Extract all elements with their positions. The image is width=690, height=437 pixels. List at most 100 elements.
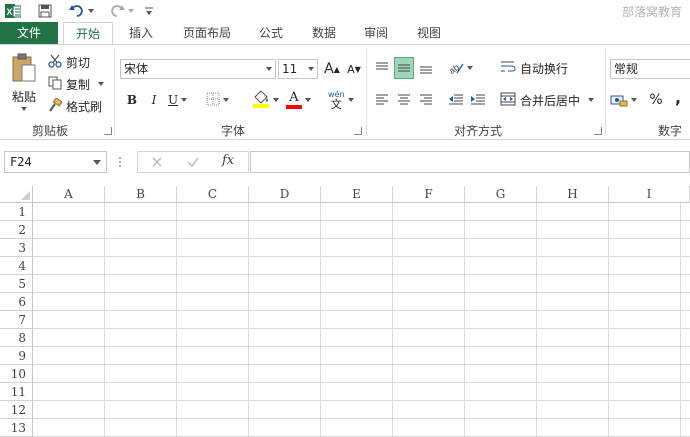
number-group-label: 数字 — [657, 124, 682, 138]
alignment-launcher-icon[interactable] — [594, 127, 602, 135]
align-left-button[interactable] — [372, 90, 392, 110]
comma-button[interactable]: , — [670, 87, 686, 107]
name-box[interactable]: F24 — [4, 151, 107, 173]
grow-font-button[interactable]: A ▲ — [323, 60, 341, 78]
decrease-indent-button[interactable] — [446, 90, 466, 110]
tab-insert[interactable]: 插入 — [118, 22, 164, 44]
align-top-button[interactable] — [372, 57, 392, 79]
column-header-c[interactable]: C — [177, 186, 249, 203]
fill-color-button[interactable] — [252, 89, 282, 111]
select-all-button[interactable] — [0, 186, 33, 203]
wrap-text-icon — [500, 60, 520, 77]
row-header[interactable]: 3 — [0, 239, 33, 257]
row-header[interactable]: 5 — [0, 275, 33, 293]
cut-label: 剪切 — [66, 55, 91, 70]
customize-qat-icon[interactable] — [143, 2, 155, 20]
increase-indent-button[interactable] — [468, 90, 488, 110]
merge-center-label: 合并后居中 — [520, 93, 581, 108]
font-color-button[interactable]: A — [286, 89, 318, 111]
column-header-g[interactable]: G — [465, 186, 537, 203]
row-header[interactable]: 2 — [0, 221, 33, 239]
copy-button[interactable]: 复制 — [48, 75, 105, 93]
formula-buttons: fx — [137, 151, 249, 173]
tab-data[interactable]: 数据 — [303, 22, 345, 44]
underline-button[interactable]: U — [168, 91, 194, 109]
name-box-value: F24 — [10, 155, 32, 169]
column-header-f[interactable]: F — [393, 186, 465, 203]
tab-home[interactable]: 开始 — [63, 22, 113, 45]
number-format-select[interactable]: 常规 — [610, 59, 690, 79]
clipboard-launcher-icon[interactable] — [104, 127, 112, 135]
row-header[interactable]: 8 — [0, 329, 33, 347]
format-painter-button[interactable]: 格式刷 — [48, 96, 102, 115]
group-separator — [366, 49, 367, 135]
enter-icon[interactable] — [186, 155, 200, 169]
align-bottom-button[interactable] — [416, 57, 436, 79]
row-header[interactable]: 11 — [0, 383, 33, 401]
column-header-d[interactable]: D — [249, 186, 321, 203]
align-center-icon — [398, 94, 410, 105]
font-size-select[interactable]: 11 — [278, 59, 318, 79]
phonetic-guide-button[interactable]: wén 文 — [328, 87, 362, 113]
cell-area[interactable] — [33, 203, 690, 437]
tab-formulas[interactable]: 公式 — [250, 22, 292, 44]
grip-icon[interactable] — [118, 155, 122, 169]
row-header[interactable]: 7 — [0, 311, 33, 329]
chevron-down-icon[interactable] — [93, 160, 101, 165]
borders-icon — [206, 92, 220, 109]
fill-bucket-icon — [252, 89, 270, 112]
tab-page-layout[interactable]: 页面布局 — [172, 22, 242, 44]
align-right-button[interactable] — [416, 90, 436, 110]
number-format-value: 常规 — [614, 62, 639, 76]
wrap-text-button[interactable]: 自动换行 — [500, 58, 568, 78]
tab-review[interactable]: 审阅 — [355, 22, 397, 44]
row-header[interactable]: 4 — [0, 257, 33, 275]
percent-button[interactable]: % — [648, 90, 664, 110]
font-launcher-icon[interactable] — [354, 127, 362, 135]
orientation-button[interactable]: ab — [448, 58, 478, 78]
font-name-value: 宋体 — [124, 62, 149, 76]
paste-button[interactable]: 粘贴 — [8, 53, 40, 115]
merge-center-button[interactable]: 合并后居中 — [500, 90, 595, 110]
accounting-icon — [610, 95, 628, 107]
column-header-e[interactable]: E — [321, 186, 393, 203]
column-header-h[interactable]: H — [537, 186, 609, 203]
tab-view[interactable]: 视图 — [408, 22, 450, 44]
row-header[interactable]: 1 — [0, 203, 33, 221]
cancel-icon[interactable] — [150, 155, 164, 169]
decrease-indent-icon — [449, 94, 463, 105]
font-group-label: 字体 — [220, 124, 245, 138]
align-middle-button[interactable] — [394, 57, 414, 79]
borders-button[interactable] — [206, 91, 240, 109]
redo-icon[interactable] — [106, 2, 136, 20]
formula-input[interactable] — [250, 151, 690, 173]
worksheet-grid: A B C D E F G H I 1 2 3 4 5 6 7 8 9 10 1… — [0, 186, 690, 437]
formula-bar: F24 fx — [0, 140, 690, 186]
column-header-a[interactable]: A — [33, 186, 105, 203]
undo-icon[interactable] — [66, 2, 96, 20]
paintbrush-icon — [48, 96, 66, 115]
row-header[interactable]: 13 — [0, 419, 33, 437]
column-header-i[interactable]: I — [609, 186, 690, 203]
excel-icon: X — [4, 2, 22, 20]
align-left-icon — [376, 94, 388, 105]
accounting-format-button[interactable] — [610, 90, 640, 110]
shrink-font-button[interactable]: A ▼ — [345, 60, 363, 78]
row-header[interactable]: 9 — [0, 347, 33, 365]
cut-button[interactable]: 剪切 — [48, 53, 90, 71]
row-header[interactable]: 6 — [0, 293, 33, 311]
insert-function-button[interactable]: fx — [222, 153, 234, 168]
bold-button[interactable]: B — [124, 91, 140, 109]
merge-center-icon — [500, 92, 520, 109]
clipboard-group-label: 剪贴板 — [31, 124, 68, 138]
font-color-icon: A — [286, 91, 302, 109]
tab-file[interactable]: 文件 — [0, 22, 58, 44]
row-header[interactable]: 12 — [0, 401, 33, 419]
alignment-group-label: 对齐方式 — [453, 124, 502, 138]
save-icon[interactable] — [36, 2, 54, 20]
column-header-b[interactable]: B — [105, 186, 177, 203]
font-name-select[interactable]: 宋体 — [120, 59, 276, 79]
align-center-button[interactable] — [394, 90, 414, 110]
row-header[interactable]: 10 — [0, 365, 33, 383]
italic-button[interactable]: I — [146, 91, 162, 109]
